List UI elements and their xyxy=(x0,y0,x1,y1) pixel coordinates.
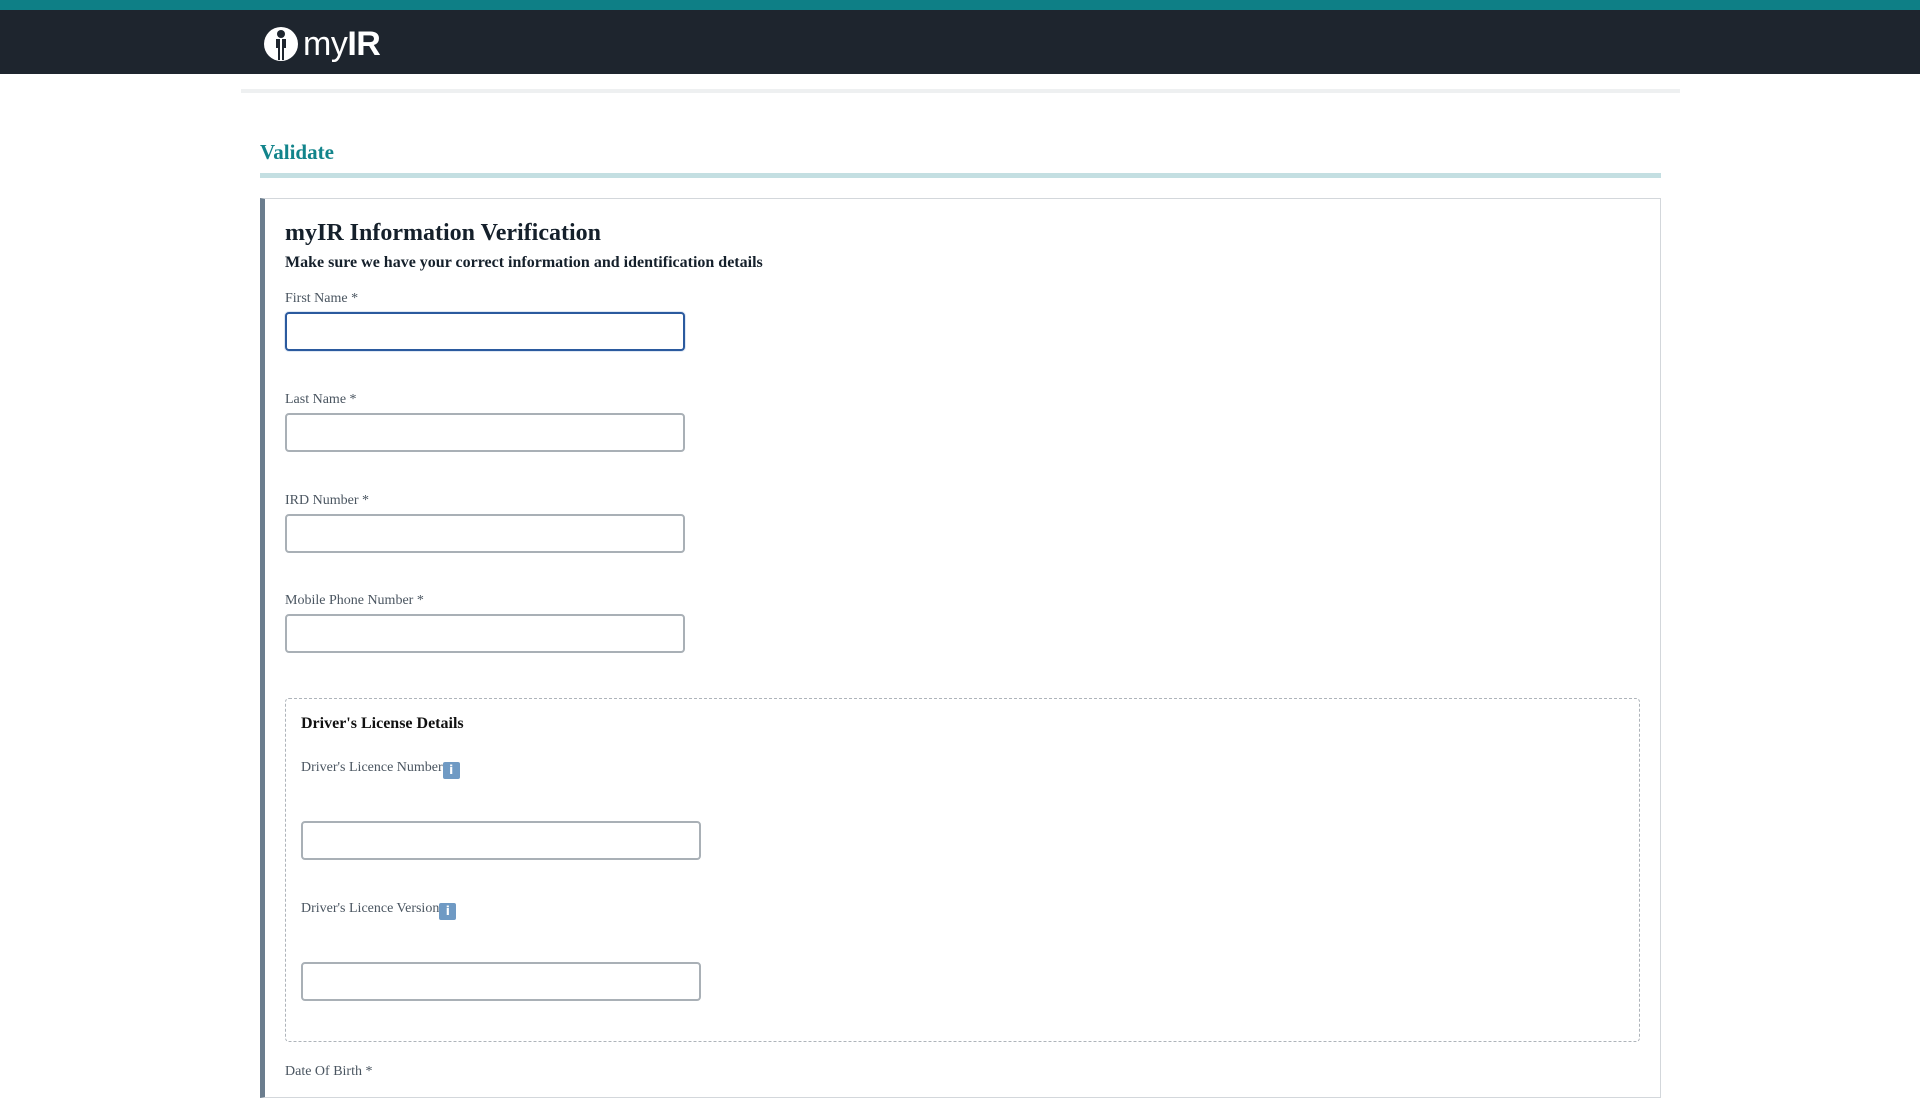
ird-number-input[interactable] xyxy=(285,514,685,553)
page-title-rule xyxy=(260,173,1661,178)
licence-number-label: Driver's Licence Number xyxy=(301,760,443,775)
form-title: myIR Information Verification xyxy=(285,220,601,246)
mobile-phone-input[interactable] xyxy=(285,614,685,653)
drivers-license-title: Driver's License Details xyxy=(301,715,464,732)
info-icon[interactable]: i xyxy=(442,762,460,779)
header-divider xyxy=(241,89,1680,93)
licence-number-label-row: Driver's Licence Number i xyxy=(301,760,460,779)
licence-number-input[interactable] xyxy=(301,821,701,860)
licence-version-label: Driver's Licence Version xyxy=(301,901,440,916)
info-icon[interactable]: i xyxy=(439,903,457,920)
licence-version-input[interactable] xyxy=(301,962,701,1001)
first-name-input[interactable] xyxy=(285,312,685,351)
mobile-phone-label: Mobile Phone Number * xyxy=(285,593,424,608)
myir-logo[interactable]: myIR xyxy=(263,24,381,64)
logo-wordmark: myIR xyxy=(303,25,381,63)
date-of-birth-label: Date Of Birth * xyxy=(285,1064,373,1079)
first-name-label: First Name * xyxy=(285,291,359,306)
person-logo-icon xyxy=(264,27,298,61)
last-name-label: Last Name * xyxy=(285,392,357,407)
page-title: Validate xyxy=(260,140,334,164)
last-name-input[interactable] xyxy=(285,413,685,452)
ird-number-label: IRD Number * xyxy=(285,493,369,508)
site-header: myIR xyxy=(0,10,1920,74)
form-subtitle: Make sure we have your correct informati… xyxy=(285,254,763,271)
brand-stripe xyxy=(0,0,1920,10)
licence-version-label-row: Driver's Licence Version i xyxy=(301,901,457,920)
